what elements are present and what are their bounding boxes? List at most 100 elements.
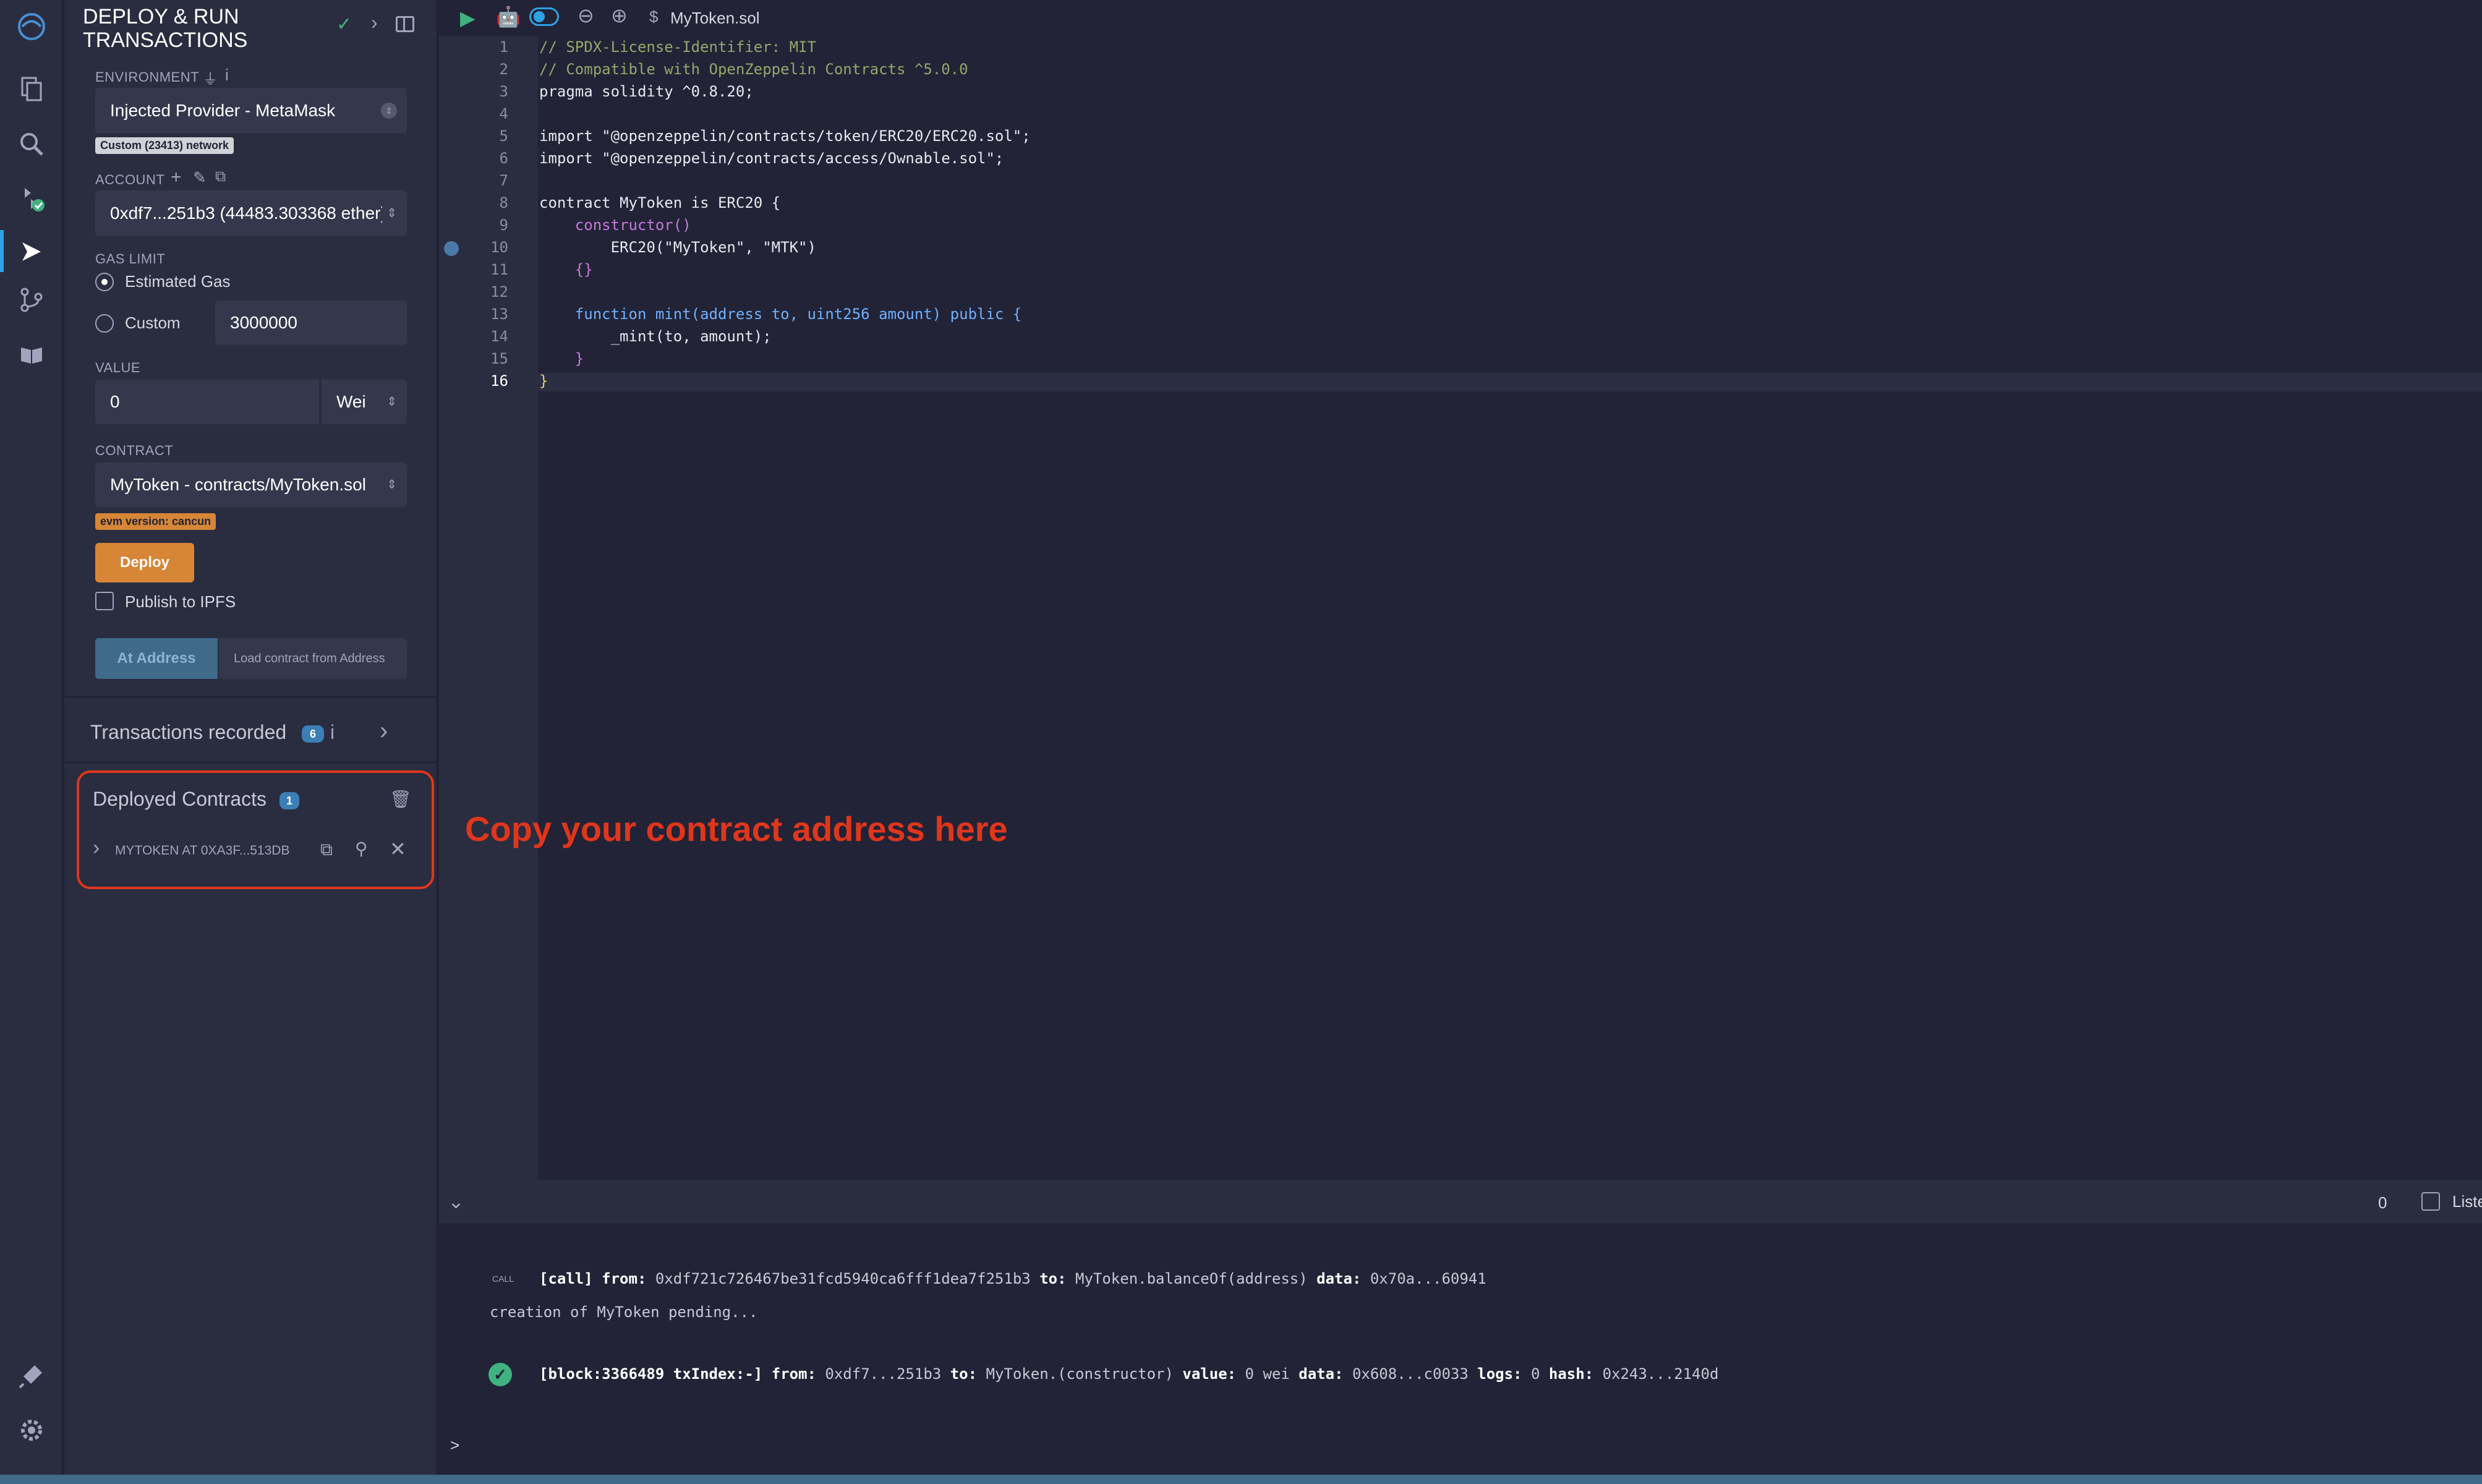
code-editor[interactable]	[538, 36, 2482, 1180]
label: from:	[771, 1365, 816, 1383]
terminal-header: ⌄ 0 Listen on all transactions	[439, 1180, 2482, 1223]
add-account-icon[interactable]: +	[171, 167, 182, 188]
value-unit-select[interactable]: Wei ⇕	[322, 380, 407, 424]
search-icon[interactable]	[16, 129, 47, 160]
call-to: MyToken.balanceOf(address)	[1075, 1270, 1308, 1287]
copy-account-icon[interactable]: ⧉	[215, 168, 226, 186]
deploy-run-panel: DEPLOY & RUN TRANSACTIONS ✓ › ENVIRONMEN…	[64, 0, 438, 1475]
file-explorer-icon[interactable]	[16, 73, 47, 104]
code-line: constructor()	[539, 216, 691, 234]
line-number: 3	[499, 83, 508, 100]
call-from: 0xdf721c726467be31fcd5940ca6fff1dea7f251…	[655, 1270, 1031, 1287]
plug-icon[interactable]: ⏚	[203, 67, 218, 88]
select-updown-icon: ⇕	[386, 395, 397, 409]
line-number: 16	[490, 372, 508, 390]
tx-to: MyToken.(constructor)	[986, 1365, 1174, 1383]
terminal-prompt[interactable]: >	[450, 1436, 459, 1455]
panel-toggle-icon[interactable]	[396, 16, 414, 32]
value-input[interactable]: 0	[95, 380, 319, 424]
tx-value: 0 wei	[1245, 1365, 1290, 1383]
line-number: 1	[499, 38, 508, 56]
line-number: 12	[490, 283, 508, 301]
load-contract-address-input[interactable]: Load contract from Address	[219, 638, 407, 679]
ai-robot-icon[interactable]: 🤖	[496, 5, 521, 28]
code-line: // Compatible with OpenZeppelin Contract…	[539, 61, 968, 78]
run-play-icon[interactable]: ▶	[460, 6, 476, 30]
deploy-button[interactable]: Deploy	[95, 543, 194, 582]
code-line: {}	[539, 261, 593, 278]
code-line: _mint(to, amount);	[539, 328, 772, 345]
account-select[interactable]: 0xdf7...251b3 (44483.303368 ether) ⇕	[95, 190, 407, 236]
tx-from: 0xdf7...251b3	[825, 1365, 942, 1383]
custom-gas-label: Custom	[125, 313, 181, 332]
line-number: 9	[499, 216, 508, 234]
value-unit: Wei	[336, 392, 366, 411]
learneth-icon[interactable]	[16, 339, 47, 370]
solidity-file-icon: $	[649, 7, 659, 26]
label: to:	[1039, 1270, 1067, 1287]
call-log-line[interactable]: [call] from: 0xdf721c726467be31fcd5940ca…	[539, 1270, 1486, 1287]
active-indicator	[0, 230, 4, 272]
highlight-box	[77, 770, 434, 889]
call-prefix: [call]	[539, 1270, 593, 1287]
terminal-panel	[439, 1180, 2482, 1475]
call-data: 0x70a...60941	[1370, 1270, 1486, 1287]
tx-hash: 0x243...2140d	[1602, 1365, 1719, 1383]
zoom-out-icon[interactable]: ⊖	[578, 4, 594, 27]
code-line: }	[539, 350, 584, 367]
git-icon[interactable]	[16, 284, 47, 315]
divider	[64, 762, 438, 763]
code-line: function mint(address to, uint256 amount…	[539, 305, 1022, 323]
transactions-recorded-label[interactable]: Transactions recorded	[90, 721, 286, 744]
at-address-button[interactable]: At Address	[95, 638, 218, 679]
status-bar	[0, 1475, 2482, 1484]
line-number: 14	[490, 328, 508, 345]
contract-label: CONTRACT	[95, 443, 174, 458]
listen-checkbox[interactable]	[2421, 1192, 2440, 1211]
zoom-in-icon[interactable]: ⊕	[611, 4, 628, 27]
tx-logs: 0	[1530, 1365, 1540, 1383]
line-number: 11	[490, 261, 508, 278]
divider	[64, 696, 438, 697]
label: data:	[1316, 1270, 1362, 1287]
estimated-gas-radio[interactable]	[95, 273, 114, 291]
code-line: ERC20("MyToken", "MTK")	[539, 239, 816, 256]
activity-bar	[0, 0, 63, 1475]
solidity-compiler-icon[interactable]	[16, 183, 47, 214]
publish-ipfs-checkbox[interactable]	[95, 592, 114, 610]
contract-select[interactable]: MyToken - contracts/MyToken.sol ⇕	[95, 463, 407, 507]
account-label: ACCOUNT	[95, 172, 165, 187]
select-updown-icon: ⇕	[381, 103, 397, 119]
chevron-right-icon[interactable]: ›	[380, 717, 388, 745]
custom-gas-input[interactable]: 3000000	[215, 301, 407, 345]
edit-icon[interactable]: ✎	[193, 168, 207, 187]
estimated-gas-label: Estimated Gas	[125, 272, 231, 291]
label: from:	[602, 1270, 647, 1287]
label: logs:	[1477, 1365, 1522, 1383]
editor-toolbar: ▶ 🤖 ⊖ ⊕ $ MyToken.sol	[439, 0, 2482, 36]
auto-compile-toggle[interactable]	[529, 7, 559, 26]
label: hash:	[1548, 1365, 1594, 1383]
collapse-terminal-icon[interactable]: ⌄	[448, 1190, 464, 1213]
line-number: 5	[499, 127, 508, 145]
contract-value: MyToken - contracts/MyToken.sol	[110, 475, 366, 494]
code-line: }	[539, 372, 548, 390]
tx-log-line[interactable]: [block:3366489 txIndex:-] from: 0xdf7...…	[539, 1365, 1718, 1383]
deploy-run-icon[interactable]	[16, 236, 47, 267]
line-number: 2	[499, 61, 508, 78]
panel-title-line2: TRANSACTIONS	[83, 28, 248, 52]
info-icon[interactable]: i	[225, 66, 229, 85]
settings-gear-icon[interactable]	[16, 1415, 47, 1446]
select-updown-icon: ⇕	[386, 207, 397, 220]
remix-logo-icon[interactable]	[16, 11, 47, 42]
environment-select[interactable]: Injected Provider - MetaMask ⇕	[95, 88, 407, 134]
chevron-right-icon[interactable]: ›	[371, 11, 378, 34]
plugin-manager-icon[interactable]	[16, 1360, 47, 1391]
custom-gas-radio[interactable]	[95, 314, 114, 333]
publish-ipfs-label: Publish to IPFS	[125, 592, 236, 611]
load-contract-placeholder: Load contract from Address	[234, 651, 385, 665]
value-amount: 0	[110, 392, 120, 411]
file-tab[interactable]: MyToken.sol	[670, 9, 760, 28]
info-icon[interactable]: i	[330, 721, 335, 744]
custom-gas-value: 3000000	[230, 313, 298, 332]
